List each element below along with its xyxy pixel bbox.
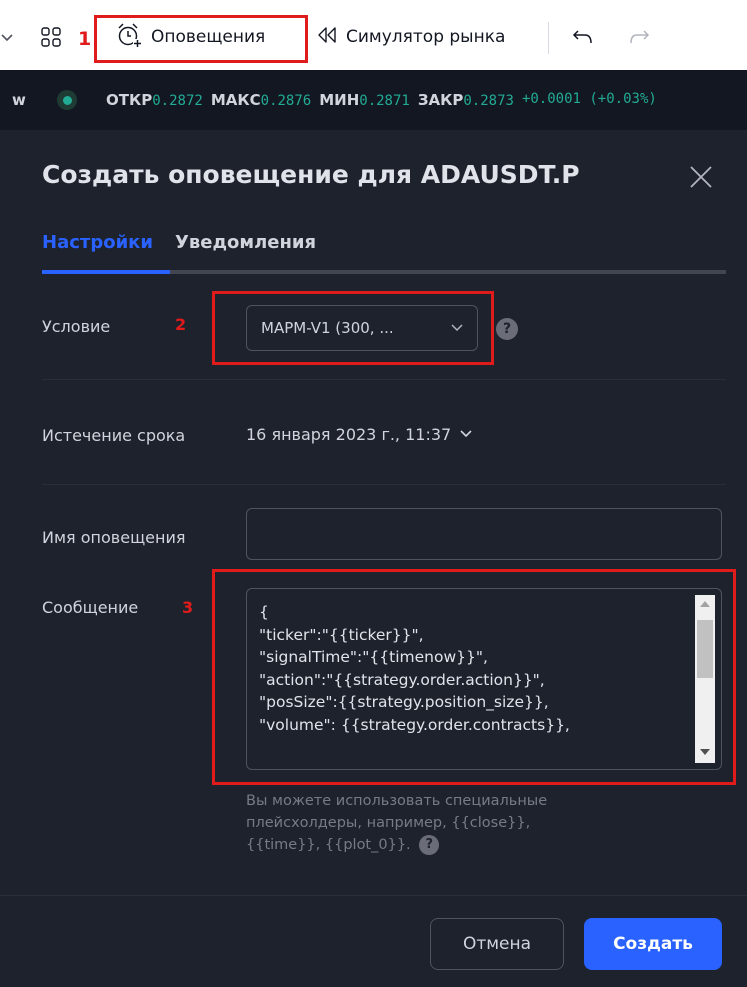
placeholder-hint: Вы можете использовать специальные плейс… bbox=[246, 790, 576, 856]
annotation-box-1 bbox=[94, 15, 308, 63]
low-value: 0.2871 bbox=[359, 93, 410, 109]
top-toolbar: 1 Оповещения Симулятор рынка bbox=[0, 0, 747, 70]
close-value: 0.2873 bbox=[463, 93, 514, 109]
help-icon[interactable]: ? bbox=[496, 318, 518, 340]
redo-icon[interactable] bbox=[628, 22, 650, 52]
create-alert-dialog: Создать оповещение для ADAUSDT.P Настрой… bbox=[0, 130, 747, 987]
alert-name-input[interactable] bbox=[246, 508, 722, 560]
expiry-value: 16 января 2023 г., 11:37 bbox=[246, 425, 452, 444]
condition-label: Условие bbox=[42, 317, 111, 336]
close-icon[interactable] bbox=[684, 160, 718, 194]
annotation-number-1: 1 bbox=[78, 28, 92, 50]
toolbar-divider bbox=[548, 22, 549, 54]
rewind-icon bbox=[316, 26, 338, 49]
market-simulator-label: Симулятор рынка bbox=[346, 27, 506, 47]
undo-icon[interactable] bbox=[572, 22, 594, 52]
close-label: ЗАКР bbox=[417, 91, 464, 109]
chevron-down-icon[interactable] bbox=[0, 22, 14, 52]
annotation-number-2: 2 bbox=[175, 315, 187, 334]
annotation-box-3 bbox=[212, 569, 736, 785]
tab-notifications[interactable]: Уведомления bbox=[175, 232, 316, 253]
cancel-button[interactable]: Отмена bbox=[430, 918, 564, 970]
annotation-box-2 bbox=[212, 291, 494, 365]
row-divider bbox=[42, 379, 726, 380]
help-icon[interactable]: ? bbox=[419, 835, 440, 855]
high-label: МАКС bbox=[210, 91, 261, 109]
create-button[interactable]: Создать bbox=[584, 918, 722, 970]
change-value: +0.0001 (+0.03%) bbox=[521, 91, 657, 107]
high-value: 0.2876 bbox=[260, 93, 312, 109]
ohlc-legend: w ОТКР0.2872 МАКС0.2876 МИН0.2871 ЗАКР0.… bbox=[0, 70, 747, 130]
layouts-grid-icon[interactable] bbox=[40, 22, 62, 52]
row-divider bbox=[42, 484, 726, 485]
alert-name-label: Имя оповещения bbox=[42, 528, 186, 547]
footer-divider bbox=[0, 895, 747, 896]
message-label: Сообщение bbox=[42, 598, 139, 617]
expiry-selector[interactable]: 16 января 2023 г., 11:37 bbox=[246, 425, 473, 444]
tab-active-indicator bbox=[42, 270, 170, 274]
open-value: 0.2872 bbox=[152, 93, 203, 109]
expiry-label: Истечение срока bbox=[42, 426, 186, 445]
low-label: МИН bbox=[319, 91, 360, 109]
annotation-number-3: 3 bbox=[182, 598, 194, 617]
hint-text: Вы можете использовать специальные плейс… bbox=[246, 793, 548, 853]
market-simulator-button[interactable]: Симулятор рынка bbox=[316, 22, 505, 52]
open-label: ОТКР bbox=[106, 91, 153, 109]
dialog-title: Создать оповещение для ADAUSDT.P bbox=[42, 160, 580, 189]
dialog-tabs: Настройки Уведомления bbox=[42, 232, 316, 253]
ticker-tail: w bbox=[12, 91, 26, 109]
market-status-dot bbox=[57, 90, 77, 110]
tab-settings[interactable]: Настройки bbox=[42, 232, 153, 253]
chevron-down-icon bbox=[459, 425, 473, 444]
